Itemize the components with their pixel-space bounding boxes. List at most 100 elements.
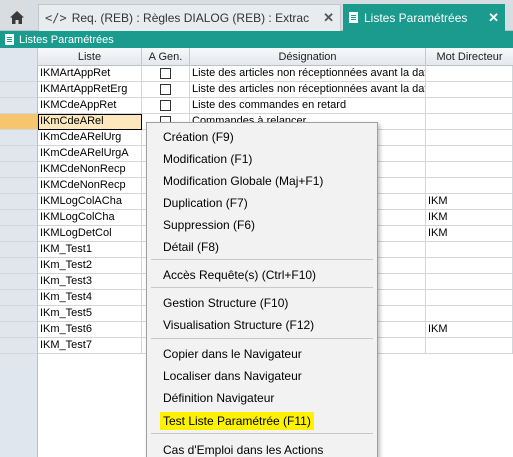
row-header bbox=[0, 434, 38, 450]
cell-liste[interactable]: IKMLogDetCol bbox=[38, 226, 142, 242]
menu-item-localiser-navigateur[interactable]: Localiser dans Navigateur bbox=[160, 367, 305, 385]
cell-designation[interactable]: Liste des articles non réceptionnées ava… bbox=[190, 66, 426, 82]
row-header[interactable] bbox=[0, 146, 38, 162]
row-header[interactable] bbox=[0, 274, 38, 290]
cell-liste[interactable]: IKMCdeNonRecp bbox=[38, 162, 142, 178]
row-header[interactable] bbox=[0, 66, 38, 82]
close-icon[interactable]: ✕ bbox=[488, 10, 499, 26]
menu-separator bbox=[151, 287, 373, 288]
row-header[interactable] bbox=[0, 258, 38, 274]
cell-mot-directeur[interactable] bbox=[426, 130, 513, 146]
cell-mot-directeur[interactable] bbox=[426, 290, 513, 306]
cell-liste[interactable]: IKMLogColCha bbox=[38, 210, 142, 226]
cell-liste[interactable]: IKM_Test7 bbox=[38, 338, 142, 354]
menu-item-test-liste-parametree[interactable]: Test Liste Paramétrée (F11) bbox=[160, 412, 314, 430]
table-row[interactable]: IKMArtAppRet Liste des articles non récep… bbox=[0, 66, 513, 82]
menu-item-modification[interactable]: Modification (F1) bbox=[160, 150, 255, 168]
cell-a-gen[interactable] bbox=[142, 98, 190, 114]
column-header-a-gen[interactable]: A Gen. bbox=[142, 48, 190, 66]
cell-liste[interactable]: IKm_Test6 bbox=[38, 322, 142, 338]
cell-mot-directeur[interactable] bbox=[426, 162, 513, 178]
row-header-corner[interactable] bbox=[0, 48, 38, 66]
a-gen-checkbox[interactable] bbox=[160, 84, 171, 95]
row-header bbox=[0, 354, 38, 370]
document-icon bbox=[349, 12, 358, 23]
cell-liste[interactable]: IKMArtAppRet bbox=[38, 66, 142, 82]
cell-liste[interactable]: IKm_Test5 bbox=[38, 306, 142, 322]
cell-liste[interactable]: IKm_Test4 bbox=[38, 290, 142, 306]
cell-mot-directeur[interactable] bbox=[426, 98, 513, 114]
tab-listes-label: Listes Paramétrées bbox=[364, 10, 468, 25]
cell-liste[interactable]: IKMLogColACha bbox=[38, 194, 142, 210]
menu-item-detail[interactable]: Détail (F8) bbox=[160, 238, 222, 256]
context-menu: Création (F9) Modification (F1) Modificati… bbox=[146, 122, 378, 457]
cell-mot-directeur[interactable] bbox=[426, 82, 513, 98]
menu-item-modification-globale[interactable]: Modification Globale (Maj+F1) bbox=[160, 172, 326, 190]
cell-mot-directeur[interactable] bbox=[426, 146, 513, 162]
menu-item-visualisation-structure[interactable]: Visualisation Structure (F12) bbox=[160, 316, 317, 334]
cell-mot-directeur[interactable] bbox=[426, 306, 513, 322]
row-header[interactable] bbox=[0, 322, 38, 338]
cell-mot-directeur[interactable] bbox=[426, 338, 513, 354]
row-header[interactable] bbox=[0, 130, 38, 146]
menu-item-definition-navigateur[interactable]: Définition Navigateur bbox=[160, 389, 277, 407]
column-header-mot-directeur[interactable]: Mot Directeur bbox=[426, 48, 513, 66]
menu-item-acces-requetes[interactable]: Accès Requête(s) (Ctrl+F10) bbox=[160, 266, 319, 284]
a-gen-checkbox[interactable] bbox=[160, 68, 171, 79]
cell-liste[interactable]: IKMCdeNonRecp bbox=[38, 178, 142, 194]
row-header[interactable] bbox=[0, 306, 38, 322]
tab-listes-parametrees[interactable]: Listes Paramétrées ✕ bbox=[343, 4, 505, 31]
cell-liste[interactable]: IKm_Test3 bbox=[38, 274, 142, 290]
close-icon[interactable]: ✕ bbox=[323, 10, 334, 26]
tab-request[interactable]: </> Req. (REB) : Règles DIALOG (REB) : E… bbox=[38, 4, 341, 31]
row-header[interactable] bbox=[0, 226, 38, 242]
cell-liste[interactable]: IKmCdeARelUrgA bbox=[38, 146, 142, 162]
home-tab[interactable] bbox=[0, 4, 33, 31]
menu-item-cas-emploi-actions[interactable]: Cas d'Emploi dans les Actions bbox=[160, 441, 326, 457]
menu-item-copier-navigateur[interactable]: Copier dans le Navigateur bbox=[160, 345, 305, 363]
a-gen-checkbox[interactable] bbox=[160, 100, 171, 111]
cell-liste[interactable]: IKmCdeARelUrg bbox=[38, 130, 142, 146]
cell-mot-directeur[interactable]: IKM bbox=[426, 210, 513, 226]
cell-mot-directeur[interactable]: IKM bbox=[426, 226, 513, 242]
row-header bbox=[0, 402, 38, 418]
cell-mot-directeur[interactable] bbox=[426, 66, 513, 82]
menu-item-gestion-structure[interactable]: Gestion Structure (F10) bbox=[160, 294, 291, 312]
column-header-designation[interactable]: Désignation bbox=[190, 48, 426, 66]
tab-strip: </> Req. (REB) : Règles DIALOG (REB) : E… bbox=[0, 0, 513, 31]
cell-liste[interactable]: IKMCdeAppRet bbox=[38, 98, 142, 114]
row-header[interactable] bbox=[0, 178, 38, 194]
cell-mot-directeur[interactable]: IKM bbox=[426, 322, 513, 338]
cell-designation[interactable]: Liste des articles non réceptionnées ava… bbox=[190, 82, 426, 98]
cell-liste[interactable]: IKMArtAppRetErg bbox=[38, 82, 142, 98]
cell-mot-directeur[interactable]: IKM bbox=[426, 194, 513, 210]
cell-mot-directeur[interactable] bbox=[426, 178, 513, 194]
cell-mot-directeur[interactable] bbox=[426, 258, 513, 274]
row-header[interactable] bbox=[0, 194, 38, 210]
cell-a-gen[interactable] bbox=[142, 82, 190, 98]
cell-designation[interactable]: Liste des commandes en retard bbox=[190, 98, 426, 114]
column-header-liste[interactable]: Liste bbox=[38, 48, 142, 66]
cell-mot-directeur[interactable] bbox=[426, 242, 513, 258]
menu-item-suppression[interactable]: Suppression (F6) bbox=[160, 216, 258, 234]
row-header[interactable] bbox=[0, 338, 38, 354]
cell-liste[interactable]: IKmCdeARel bbox=[38, 114, 142, 130]
table-row[interactable]: IKMCdeAppRet Liste des commandes en retar… bbox=[0, 98, 513, 114]
row-header[interactable] bbox=[0, 242, 38, 258]
row-header[interactable] bbox=[0, 82, 38, 98]
row-header[interactable] bbox=[0, 114, 38, 130]
menu-item-creation[interactable]: Création (F9) bbox=[160, 128, 237, 146]
cell-liste[interactable]: IKM_Test1 bbox=[38, 242, 142, 258]
grid-header: Liste A Gen. Désignation Mot Directeur bbox=[0, 48, 513, 66]
cell-mot-directeur[interactable] bbox=[426, 114, 513, 130]
menu-item-duplication[interactable]: Duplication (F7) bbox=[160, 194, 251, 212]
row-header[interactable] bbox=[0, 290, 38, 306]
cell-liste[interactable]: IKm_Test2 bbox=[38, 258, 142, 274]
row-header[interactable] bbox=[0, 162, 38, 178]
menu-separator bbox=[151, 338, 373, 339]
row-header[interactable] bbox=[0, 210, 38, 226]
cell-mot-directeur[interactable] bbox=[426, 274, 513, 290]
cell-a-gen[interactable] bbox=[142, 66, 190, 82]
table-row[interactable]: IKMArtAppRetErg Liste des articles non ré… bbox=[0, 82, 513, 98]
row-header[interactable] bbox=[0, 98, 38, 114]
